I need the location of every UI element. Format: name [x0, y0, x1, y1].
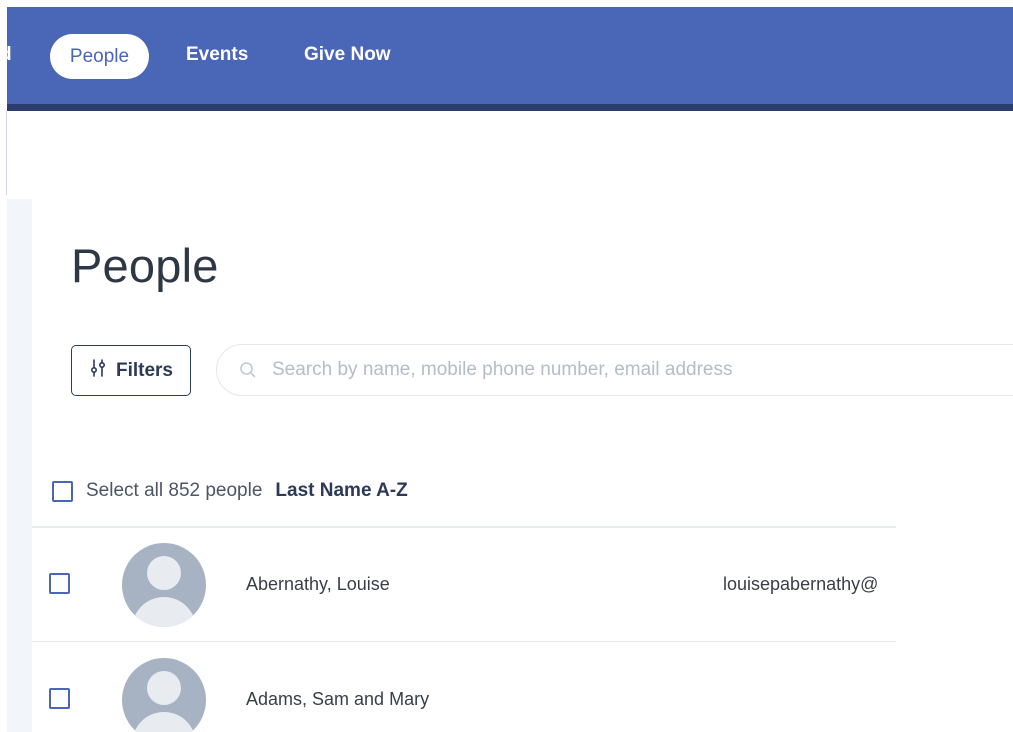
- app-page: d People Events Give Now People Filters: [0, 0, 1013, 732]
- search-icon: [238, 360, 258, 380]
- filters-button-label: Filters: [115, 359, 174, 381]
- list-item[interactable]: Adams, Sam and Mary: [32, 643, 896, 732]
- avatar-placeholder-icon: [122, 543, 206, 627]
- search-box[interactable]: [216, 344, 1013, 396]
- avatar-placeholder-icon: [122, 658, 206, 732]
- nav-item-people-label: People: [69, 45, 130, 67]
- list-item[interactable]: Abernathy, Louise louisepabernathy@: [32, 528, 896, 642]
- list-controls: Select all 852 people Last Name A-Z: [52, 479, 408, 503]
- page-title: People: [71, 239, 219, 292]
- nav-item-truncated[interactable]: d: [0, 44, 14, 66]
- person-name[interactable]: Abernathy, Louise: [246, 574, 390, 595]
- search-input[interactable]: [272, 355, 872, 385]
- top-navigation-bar: [7, 7, 1013, 104]
- row-checkbox[interactable]: [49, 573, 70, 594]
- sliders-icon: [89, 358, 107, 383]
- person-email: louisepabernathy@: [723, 574, 879, 594]
- row-checkbox[interactable]: [49, 688, 70, 709]
- person-name[interactable]: Adams, Sam and Mary: [246, 689, 429, 710]
- nav-item-give-now[interactable]: Give Now: [304, 44, 391, 66]
- left-sidebar-strip: [7, 199, 32, 732]
- content-clip-mask: [896, 397, 1013, 732]
- filters-button[interactable]: Filters: [71, 345, 191, 396]
- row-divider: [32, 641, 896, 642]
- top-navigation-border: [7, 104, 1013, 111]
- select-all-checkbox[interactable]: [52, 480, 73, 502]
- left-edge-rule: [6, 111, 7, 195]
- nav-item-people[interactable]: People: [50, 34, 149, 79]
- sort-dropdown[interactable]: Last Name A-Z: [275, 480, 407, 502]
- nav-item-events[interactable]: Events: [186, 44, 248, 66]
- select-all-label[interactable]: Select all 852 people: [86, 480, 262, 502]
